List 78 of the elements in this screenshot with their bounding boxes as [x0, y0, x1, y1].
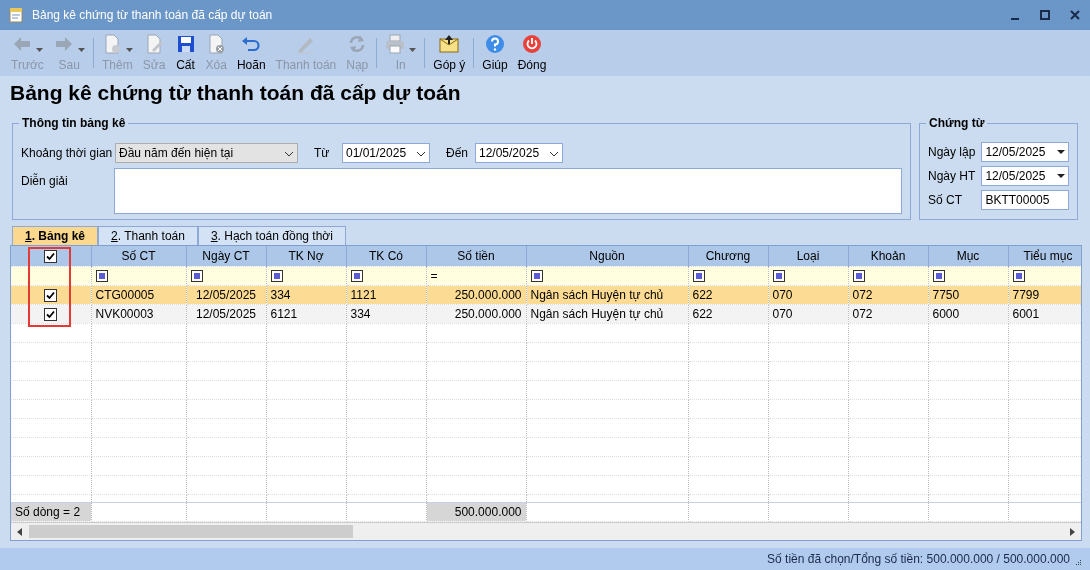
- arrow-left-icon: [17, 527, 23, 536]
- scrollbar-thumb[interactable]: [29, 525, 353, 538]
- column-header[interactable]: Loại: [768, 246, 848, 266]
- checkbox[interactable]: [44, 307, 58, 321]
- text-field[interactable]: BKTT00005: [981, 190, 1069, 210]
- filter-icon: [95, 270, 108, 283]
- document-edit-icon: [144, 34, 165, 54]
- column-header[interactable]: TK Nợ: [266, 246, 346, 266]
- filter-icon: [1012, 270, 1025, 283]
- column-header[interactable]: Chương: [688, 246, 768, 266]
- group-title: Thông tin bảng kê: [21, 116, 127, 130]
- filter-operator[interactable]: =: [430, 268, 438, 283]
- chevron-down-icon: [549, 150, 559, 157]
- description-field[interactable]: [114, 168, 902, 214]
- row-count: Số dòng = 2: [11, 502, 91, 522]
- status-text: Số tiền đã chọn/Tổng số tiền: 500.000.000 / 500.000.000: [767, 551, 1070, 568]
- date-picker[interactable]: 12/05/2025: [475, 143, 563, 163]
- toolbar-button[interactable]: Góp ý: [428, 32, 471, 74]
- tab[interactable]: 3. Hạch toán đồng thời: [197, 226, 346, 245]
- dropdown-arrow-icon: [1057, 174, 1065, 178]
- toolbar-button[interactable]: Đóng: [512, 32, 552, 74]
- window-title: Bảng kê chứng từ thanh toán đã cấp dự toán: [32, 7, 273, 24]
- help-icon: [485, 34, 505, 54]
- toolbar-button[interactable]: Hoãn: [231, 32, 271, 74]
- filter-icon: [350, 270, 363, 283]
- filter-icon: [692, 270, 705, 283]
- tab[interactable]: 2. Thanh toán: [98, 226, 198, 245]
- undo-icon: [241, 34, 262, 54]
- toolbar-button[interactable]: Giúp: [477, 32, 513, 74]
- envelope-icon: [439, 34, 460, 54]
- filter-icon: [530, 270, 543, 283]
- filter-icon: [772, 270, 785, 283]
- column-header[interactable]: Số tiền: [426, 246, 526, 266]
- chevron-down-icon: [416, 150, 426, 157]
- power-icon: [522, 34, 542, 54]
- table-cell: NVK00003: [91, 304, 186, 323]
- field-label: Ngày HT: [927, 168, 977, 185]
- total-amount: 500.000.000: [426, 502, 526, 522]
- minimize-icon: [1011, 17, 1019, 20]
- column-header[interactable]: Số CT: [91, 246, 186, 266]
- app-icon: [8, 7, 24, 23]
- column-header[interactable]: Mục: [928, 246, 1008, 266]
- toolbar-button[interactable]: Cất: [170, 32, 201, 74]
- filter-icon: [932, 270, 945, 283]
- tab[interactable]: 1. Bảng kê: [12, 226, 99, 245]
- arrow-right-icon: [1069, 527, 1075, 536]
- date-picker[interactable]: 12/05/2025: [981, 166, 1069, 186]
- table-cell: CTG00005: [91, 285, 186, 304]
- field-label: Từ: [314, 145, 331, 162]
- checkbox[interactable]: [44, 250, 58, 264]
- checkbox[interactable]: [44, 288, 58, 302]
- field-label: Số CT: [927, 192, 963, 209]
- date-picker[interactable]: 12/05/2025: [981, 142, 1069, 162]
- column-header[interactable]: Ngày CT: [186, 246, 266, 266]
- page-heading: Bảng kê chứng từ thanh toán đã cấp dự toán: [10, 81, 461, 104]
- filter-icon: [852, 270, 865, 283]
- column-header[interactable]: Nguồn: [526, 246, 688, 266]
- filter-icon: [270, 270, 283, 283]
- printer-icon: [385, 34, 406, 54]
- document-delete-icon: [206, 34, 227, 54]
- field-label: Diễn giải: [21, 172, 69, 190]
- column-header[interactable]: TK Có: [346, 246, 426, 266]
- column-header[interactable]: Khoản: [848, 246, 928, 266]
- group-title: Chứng từ: [927, 116, 986, 130]
- arrow-right-icon: [53, 34, 74, 54]
- maximize-icon: [1040, 10, 1050, 20]
- field-label: Ngày lập: [927, 144, 977, 161]
- resize-grip-icon: [1074, 558, 1082, 566]
- save-icon: [175, 34, 196, 54]
- filter-icon: [190, 270, 203, 283]
- field-label: Đến: [446, 145, 469, 162]
- field-label: Khoảng thời gian: [21, 145, 114, 162]
- period-dropdown[interactable]: Đầu năm đến hiện tại: [115, 143, 298, 163]
- date-picker[interactable]: 01/01/2025: [342, 143, 430, 163]
- dropdown-arrow-icon: [1057, 150, 1065, 154]
- close-icon: [1070, 10, 1080, 20]
- column-header[interactable]: Tiểu mục: [1008, 246, 1081, 266]
- chevron-down-icon: [284, 150, 294, 157]
